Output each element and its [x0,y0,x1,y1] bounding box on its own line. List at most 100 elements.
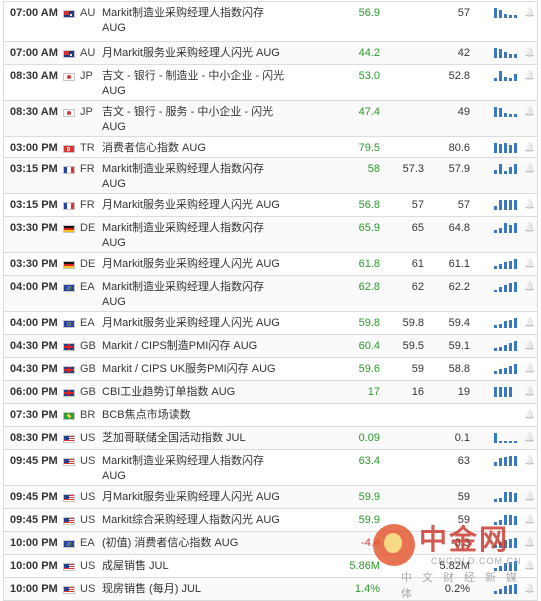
previous-value: 59.1 [448,340,470,352]
history-bar [504,171,507,174]
actual-value: 44.2 [358,47,380,59]
event-name[interactable]: 月Markit服务业采购经理人闪光 AUG [102,194,312,216]
history-bar-chart[interactable] [494,164,517,174]
calendar-row[interactable]: 03:30 PM DE 月Markit服务业采购经理人闪光 AUG 61.8 61 61.… [3,253,538,276]
history-bar [499,200,502,210]
alert-bell-icon[interactable]: 🔔 [524,317,535,327]
event-time: 10:00 PM [10,560,58,572]
alert-bell-icon[interactable]: 🔔 [524,281,535,291]
history-bar [494,107,497,117]
calendar-row[interactable]: 04:30 PM GB Markit / CIPS UK服务PMI闪存 AUG 59.… [3,358,538,381]
history-bar [494,266,497,269]
alert-bell-icon[interactable]: 🔔 [524,491,535,501]
event-name[interactable]: Markit制造业采购经理人指数闪存 AUG [102,6,312,36]
alert-bell-icon[interactable]: 🔔 [524,7,535,17]
history-bar-chart[interactable] [494,341,517,351]
event-name[interactable]: BCB焦点市场读数 [102,404,312,426]
history-bar-chart[interactable] [494,107,517,117]
history-bar-chart[interactable] [494,456,517,466]
event-name[interactable]: Markit制造业采购经理人指数闪存 AUG [102,280,312,310]
event-time: 10:00 PM [10,537,58,549]
event-name[interactable]: 消费者信心指数 AUG [102,137,312,159]
alert-bell-icon[interactable]: 🔔 [524,258,535,268]
alert-bell-icon[interactable]: 🔔 [524,432,535,442]
flag-gb-icon [63,389,75,397]
alert-bell-icon[interactable]: 🔔 [524,199,535,209]
history-bar-chart[interactable] [494,387,516,397]
alert-bell-icon[interactable]: 🔔 [524,409,535,419]
flag-us-icon [63,517,75,525]
history-bar-chart[interactable] [494,433,517,443]
event-name[interactable]: Markit / CIPS UK服务PMI闪存 AUG [102,358,312,380]
event-name[interactable]: 月Markit服务业采购经理人闪光 AUG [102,486,312,508]
event-name[interactable]: 月Markit服务业采购经理人闪光 AUG [102,253,312,275]
history-bar-chart[interactable] [494,8,517,18]
history-bar-chart[interactable] [494,282,517,292]
calendar-row[interactable]: 03:30 PM DE Markit制造业采购经理人指数闪存 AUG 65.9 65 64.… [3,217,538,253]
calendar-row[interactable]: 04:00 PM EA 月Markit服务业采购经理人闪光 AUG 59.8 59.8 5… [3,312,538,335]
history-bar [504,368,507,374]
history-bar-chart[interactable] [494,71,517,81]
actual-value: 56.8 [358,199,380,211]
flag-de-icon [63,261,75,269]
history-bar-chart[interactable] [494,259,517,269]
calendar-row[interactable]: 09:45 PM US 月Markit服务业采购经理人闪光 AUG 59.9 59 🔔 [3,486,538,509]
calendar-row[interactable]: 04:30 PM GB Markit / CIPS制造PMI闪存 AUG 60.4 59… [3,335,538,358]
event-time: 10:00 PM [10,583,58,595]
actual-value: 59.9 [358,491,380,503]
alert-bell-icon[interactable]: 🔔 [524,163,535,173]
event-name[interactable]: Markit制造业采购经理人指数闪存 AUG [102,454,312,484]
alert-bell-icon[interactable]: 🔔 [524,47,535,57]
history-bar-chart[interactable] [494,48,517,58]
history-bar-chart[interactable] [494,200,517,210]
calendar-row[interactable]: 08:30 AM JP 吉文 - 银行 - 服务 - 中小企业 - 闪光 AUG 47.… [3,101,538,137]
history-bar-chart[interactable] [494,223,517,233]
alert-bell-icon[interactable]: 🔔 [524,142,535,152]
alert-bell-icon[interactable]: 🔔 [524,222,535,232]
calendar-row[interactable]: 08:30 PM US 芝加哥联储全国活动指数 JUL 0.09 0.1 🔔 [3,427,538,450]
event-name[interactable]: 月Markit服务业采购经理人闪光 AUG [102,42,312,64]
event-name[interactable]: Markit综合采购经理人指数闪光 AUG [102,509,312,531]
calendar-row[interactable]: 07:00 AM AU 月Markit服务业采购经理人闪光 AUG 44.2 42 🔔 [3,42,538,65]
alert-bell-icon[interactable]: 🔔 [524,340,535,350]
event-name[interactable]: Markit制造业采购经理人指数闪存 AUG [102,162,312,192]
event-name[interactable]: 成屋销售 JUL [102,555,312,577]
event-name[interactable]: 现房销售 (每月) JUL [102,578,312,600]
history-bar [504,441,507,443]
calendar-row[interactable]: 07:00 AM AU Markit制造业采购经理人指数闪存 AUG 56.9 57 🔔 [3,2,538,42]
event-time: 04:30 PM [10,340,58,352]
previous-value: 19 [457,386,470,398]
event-name[interactable]: (初值) 消费者信心指数 AUG [102,532,312,554]
calendar-row[interactable]: 07:30 PM BR BCB焦点市场读数 🔔 [3,404,538,427]
flag-us-icon [63,458,75,466]
alert-bell-icon[interactable]: 🔔 [524,70,535,80]
calendar-row[interactable]: 03:00 PM TR 消费者信心指数 AUG 79.5 80.6 🔔 [3,137,538,158]
event-name[interactable]: Markit制造业采购经理人指数闪存 AUG [102,221,312,251]
history-bar-chart[interactable] [494,492,517,502]
alert-bell-icon[interactable]: 🔔 [524,455,535,465]
event-name[interactable]: 芝加哥联储全国活动指数 JUL [102,427,312,449]
calendar-row[interactable]: 06:00 PM GB CBI工业趋势订单指数 AUG 17 16 19 🔔 [3,381,538,404]
history-bar [514,456,517,466]
event-name[interactable]: 吉文 - 银行 - 制造业 - 中小企业 - 闪光 AUG [102,69,312,99]
event-period: AUG [102,296,126,308]
calendar-row[interactable]: 08:30 AM JP 吉文 - 银行 - 制造业 - 中小企业 - 闪光 AUG 53… [3,65,538,101]
event-name[interactable]: 月Markit服务业采购经理人闪光 AUG [102,312,312,334]
calendar-row[interactable]: 03:15 PM FR 月Markit服务业采购经理人闪光 AUG 56.8 57 57 🔔 [3,194,538,217]
previous-value: 64.8 [448,222,470,234]
calendar-row[interactable]: 03:15 PM FR Markit制造业采购经理人指数闪存 AUG 58 57.3 57.… [3,158,538,194]
history-bar-chart[interactable] [494,143,517,153]
event-name[interactable]: 吉文 - 银行 - 服务 - 中小企业 - 闪光 AUG [102,105,312,135]
calendar-row[interactable]: 04:00 PM EA Markit制造业采购经理人指数闪存 AUG 62.8 62 62.… [3,276,538,312]
alert-bell-icon[interactable]: 🔔 [524,386,535,396]
event-name[interactable]: Markit / CIPS制造PMI闪存 AUG [102,335,312,357]
history-bar [504,223,507,233]
calendar-row[interactable]: 09:45 PM US Markit制造业采购经理人指数闪存 AUG 63.4 63 🔔 [3,450,538,486]
alert-bell-icon[interactable]: 🔔 [524,106,535,116]
history-bar [494,170,497,174]
country-code: DE [80,258,96,270]
alert-bell-icon[interactable]: 🔔 [524,363,535,373]
event-name[interactable]: CBI工业趋势订单指数 AUG [102,381,312,403]
history-bar-chart[interactable] [494,364,517,374]
history-bar-chart[interactable] [494,318,517,328]
